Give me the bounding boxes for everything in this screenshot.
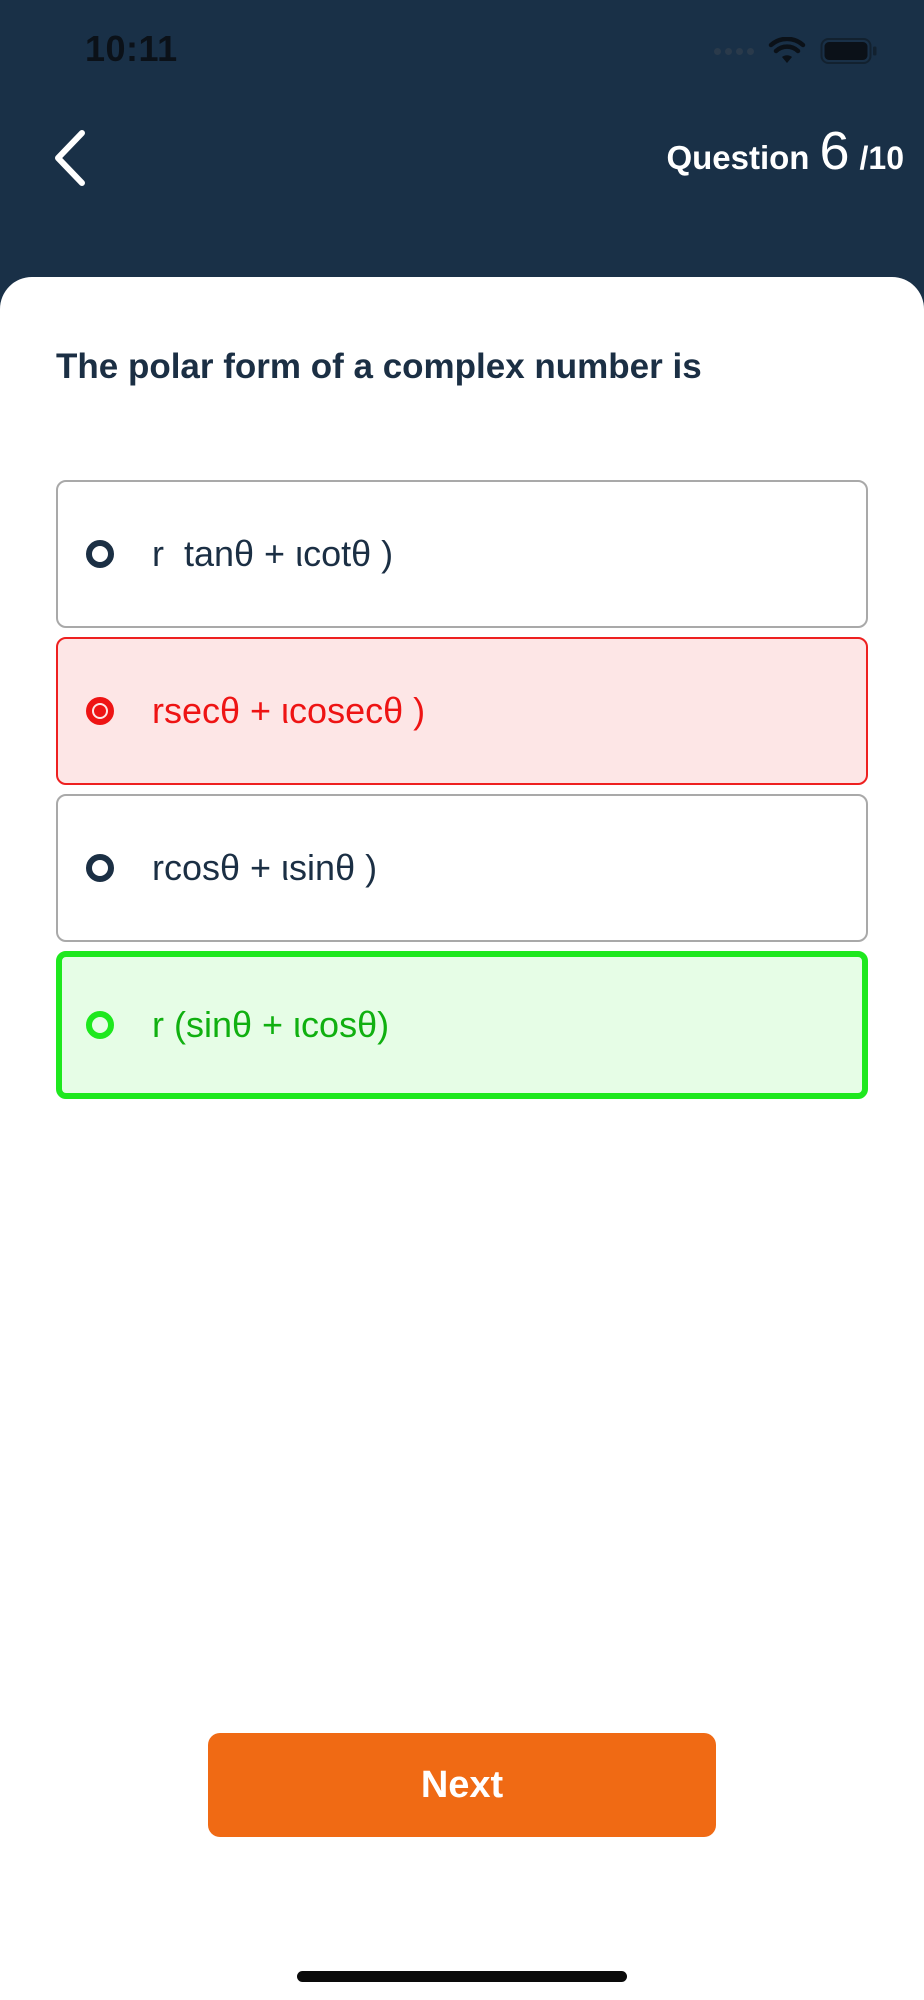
answer-option-label: r (sinθ + ιcosθ) <box>152 1004 390 1045</box>
question-label: Question <box>666 139 810 176</box>
next-button[interactable]: Next <box>208 1733 716 1837</box>
answer-option-1[interactable]: r tanθ + ιcotθ ) <box>56 480 868 628</box>
answer-option-3[interactable]: rcosθ + ιsinθ ) <box>56 794 868 942</box>
quiz-screen: 10:11 Question 6 /10 The polar form of a… <box>0 0 924 2000</box>
question-text: The polar form of a complex number is <box>56 347 702 386</box>
radio-selected-icon <box>86 697 114 725</box>
answer-option-4[interactable]: r (sinθ + ιcosθ) <box>56 951 868 1099</box>
wifi-icon <box>768 37 806 63</box>
question-number: 6 <box>819 121 850 181</box>
status-time: 10:11 <box>85 28 178 69</box>
chevron-left-icon <box>55 130 85 186</box>
home-indicator <box>297 1971 627 1982</box>
answer-option-label: rcosθ + ιsinθ ) <box>152 847 378 888</box>
status-icons <box>714 34 878 68</box>
answer-option-2[interactable]: rsecθ + ιcosecθ ) <box>56 637 868 785</box>
radio-unselected-icon <box>86 540 114 568</box>
question-counter: Question 6 /10 <box>666 120 904 182</box>
cellular-signal-icon <box>714 47 754 55</box>
question-card: The polar form of a complex number is r … <box>0 277 924 2000</box>
status-bar: 10:11 <box>0 0 924 100</box>
quiz-header: Question 6 /10 <box>0 100 924 280</box>
answer-options: r tanθ + ιcotθ ) rsecθ + ιcosecθ ) rcosθ… <box>56 480 868 1108</box>
radio-unselected-icon <box>86 854 114 882</box>
answer-option-label: r tanθ + ιcotθ ) <box>152 533 394 574</box>
radio-unselected-icon <box>86 1011 114 1039</box>
battery-icon <box>820 38 877 64</box>
question-total: /10 <box>859 140 904 176</box>
answer-option-label: rsecθ + ιcosecθ ) <box>152 690 426 731</box>
back-button[interactable] <box>40 118 100 198</box>
